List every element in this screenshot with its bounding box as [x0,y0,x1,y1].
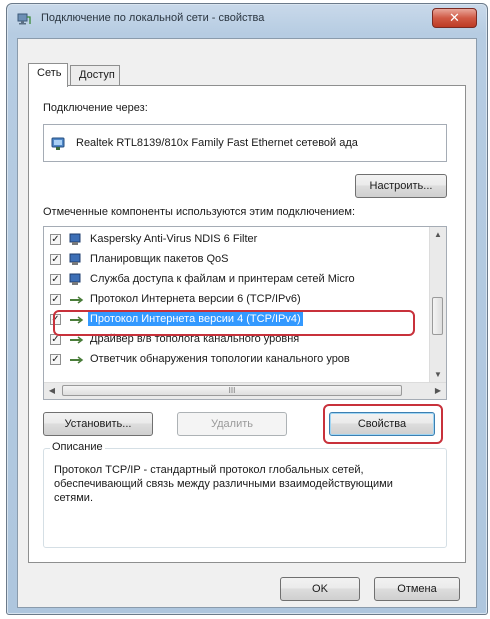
network-tab-page: Подключение через: Realtek RTL8139/810x … [28,85,466,563]
checkbox[interactable]: ✓ [50,234,61,245]
properties-dialog: Подключение по локальной сети - свойства… [6,3,488,615]
components-label: Отмеченные компоненты используются этим … [43,206,356,218]
checkbox[interactable]: ✓ [50,354,61,365]
install-button[interactable]: Установить... [43,412,153,436]
protocol-icon [70,356,84,364]
protocol-icon [70,296,84,304]
scroll-up-arrow-icon[interactable]: ▲ [430,227,446,243]
vertical-scrollbar[interactable]: ▲ ▼ [429,227,446,383]
ok-button[interactable]: OK [280,577,360,601]
adapter-field: Realtek RTL8139/810x Family Fast Etherne… [43,124,447,162]
tab-network[interactable]: Сеть [28,63,68,87]
list-item[interactable]: ✓ Служба доступа к файлам и принтерам се… [44,271,432,290]
description-group: Описание Протокол TCP/IP - стандартный п… [43,441,447,548]
checkbox[interactable]: ✓ [50,294,61,305]
list-item-label: Служба доступа к файлам и принтерам сете… [90,273,355,285]
network-connection-icon [17,13,31,25]
list-item-label: Kaspersky Anti-Virus NDIS 6 Filter [90,233,258,245]
list-item-label: Протокол Интернета версии 4 (TCP/IPv4) [88,312,303,326]
vertical-scroll-thumb[interactable] [432,297,443,335]
network-client-icon [69,233,81,245]
cancel-button[interactable]: Отмена [374,577,460,601]
list-item-label: Протокол Интернета версии 6 (TCP/IPv6) [90,293,301,305]
connect-through-label: Подключение через: [43,102,148,114]
list-item-label: Планировщик пакетов QoS [90,253,229,265]
properties-button[interactable]: Свойства [329,412,435,436]
list-item[interactable]: ✓ Ответчик обнаружения топологии канальн… [44,351,432,370]
uninstall-button[interactable]: Удалить [177,412,287,436]
list-item[interactable]: ✓ Планировщик пакетов QoS [44,251,432,270]
list-item-label: Ответчик обнаружения топологии канальног… [90,353,350,365]
checkbox[interactable]: ✓ [50,334,61,345]
components-list[interactable]: ✓ Kaspersky Anti-Virus NDIS 6 Filter ✓ П… [43,226,447,400]
close-button[interactable]: ✕ [432,8,477,28]
tab-sharing[interactable]: Доступ [70,65,120,87]
dialog-client-area: Сеть Доступ Подключение через: Realtek R… [17,38,477,608]
scroll-right-arrow-icon[interactable]: ▶ [430,383,446,399]
configure-button[interactable]: Настроить... [355,174,447,198]
description-text: Протокол TCP/IP - стандартный протокол г… [54,464,393,504]
network-service-icon [69,253,81,265]
list-item-label: Драйвер в/в тополога канального уровня [90,333,300,345]
checkbox[interactable]: ✓ [50,314,61,325]
title-bar[interactable]: Подключение по локальной сети - свойства… [7,4,487,34]
horizontal-scrollbar[interactable]: ◀ III ▶ [44,382,446,399]
network-adapter-icon [51,137,65,150]
checkbox[interactable]: ✓ [50,254,61,265]
window-title: Подключение по локальной сети - свойства [41,12,265,24]
scroll-down-arrow-icon[interactable]: ▼ [430,367,446,383]
adapter-name: Realtek RTL8139/810x Family Fast Etherne… [76,137,358,149]
list-item[interactable]: ✓ Драйвер в/в тополога канального уровня [44,331,432,350]
list-item-selected[interactable]: ✓ Протокол Интернета версии 4 (TCP/IPv4) [44,311,432,330]
checkbox[interactable]: ✓ [50,274,61,285]
list-item[interactable]: ✓ Kaspersky Anti-Virus NDIS 6 Filter [44,231,432,250]
network-service-icon [69,273,81,285]
description-title: Описание [50,441,105,453]
horizontal-scroll-thumb[interactable]: III [62,385,402,396]
list-item[interactable]: ✓ Протокол Интернета версии 6 (TCP/IPv6) [44,291,432,310]
scroll-left-arrow-icon[interactable]: ◀ [44,383,60,399]
protocol-icon [70,336,84,344]
protocol-icon [70,316,84,324]
